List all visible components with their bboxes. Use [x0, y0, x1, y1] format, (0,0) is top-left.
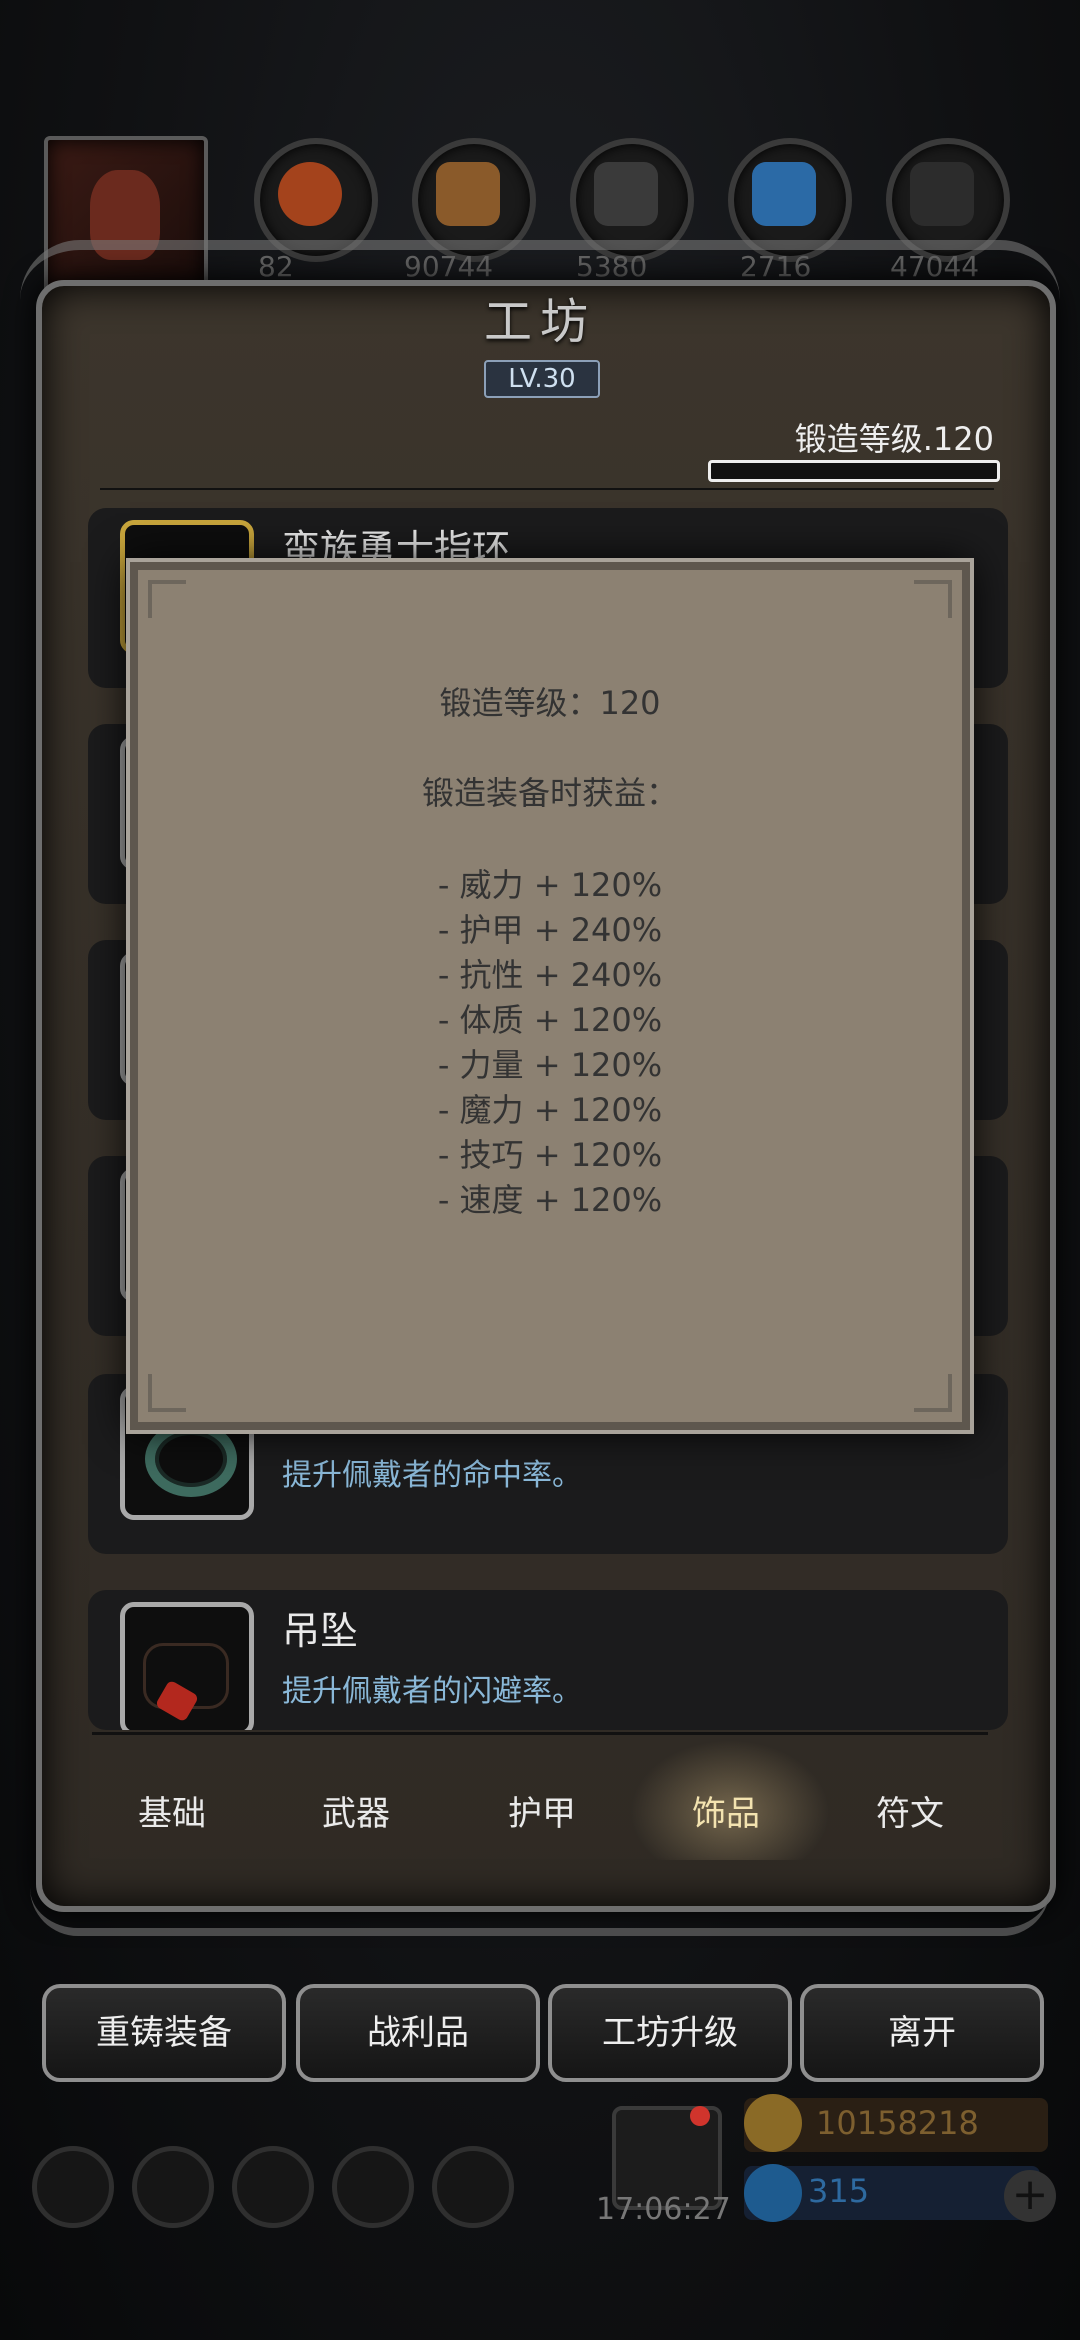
tab-weapon[interactable]: 武器	[256, 1786, 456, 1835]
tooltip-bonus: - 力量 + 120%	[437, 1046, 663, 1084]
pendant-icon	[120, 1602, 254, 1730]
forge-level-tooltip[interactable]: 锻造等级：120 锻造装备时获益： - 威力 + 120% - 护甲 + 240…	[130, 562, 970, 1430]
item-name: 吊坠	[282, 1609, 359, 1653]
star-icon[interactable]	[132, 2146, 214, 2228]
panel-ornament-bottom	[30, 1888, 1050, 1936]
tooltip-bonus: - 抗性 + 240%	[437, 956, 663, 994]
corner-ornament	[914, 580, 952, 618]
tooltip-gain-title: 锻造装备时获益：	[421, 774, 678, 812]
tooltip-bonus: - 技巧 + 120%	[437, 1136, 663, 1174]
tab-armor[interactable]: 护甲	[442, 1786, 642, 1835]
corner-ornament	[148, 580, 186, 618]
add-gems-button[interactable]: +	[1004, 2170, 1056, 2222]
tooltip-bonus: - 威力 + 120%	[437, 866, 663, 904]
forge-level-label: 锻造等级.120	[794, 420, 994, 458]
tooltip-forge-level: 锻造等级：120	[439, 684, 661, 722]
loot-button[interactable]: 战利品	[296, 1984, 540, 2082]
leave-button[interactable]: 离开	[800, 1984, 1044, 2082]
corner-ornament	[148, 1374, 186, 1412]
timer: 17:06:27	[596, 2192, 731, 2227]
forge-progress-bar	[708, 460, 1000, 482]
upgrade-workshop-button[interactable]: 工坊升级	[548, 1984, 792, 2082]
divider	[100, 488, 994, 490]
tab-accessory[interactable]: 饰品	[626, 1786, 826, 1835]
tooltip-bonus: - 体质 + 120%	[437, 1001, 663, 1039]
reforge-button[interactable]: 重铸装备	[42, 1984, 286, 2082]
shop-icon[interactable]	[432, 2146, 514, 2228]
item-desc: 提升佩戴者的命中率。	[282, 1458, 582, 1493]
gold-amount: 10158218	[816, 2104, 979, 2142]
tooltip-bonus: - 护甲 + 240%	[437, 911, 663, 949]
page-title: 工坊	[483, 294, 596, 350]
tooltip-bonus: - 魔力 + 120%	[437, 1091, 663, 1129]
tabs-divider	[92, 1732, 988, 1735]
gem-icon	[744, 2164, 802, 2222]
tab-rune[interactable]: 符文	[810, 1786, 1010, 1835]
list-item[interactable]: 吊坠 提升佩戴者的闪避率。	[88, 1590, 1008, 1730]
gem-amount: 315	[808, 2172, 870, 2210]
tab-basic[interactable]: 基础	[72, 1786, 272, 1835]
corner-ornament	[914, 1374, 952, 1412]
notification-dot	[690, 2106, 710, 2126]
item-desc: 提升佩戴者的闪避率。	[282, 1674, 582, 1709]
level-badge: LV.30	[484, 360, 600, 398]
helmet-icon[interactable]	[232, 2146, 314, 2228]
gear-icon[interactable]	[32, 2146, 114, 2228]
mail-icon[interactable]	[332, 2146, 414, 2228]
gold-coin-icon	[744, 2094, 802, 2152]
tooltip-bonus: - 速度 + 120%	[437, 1181, 663, 1219]
